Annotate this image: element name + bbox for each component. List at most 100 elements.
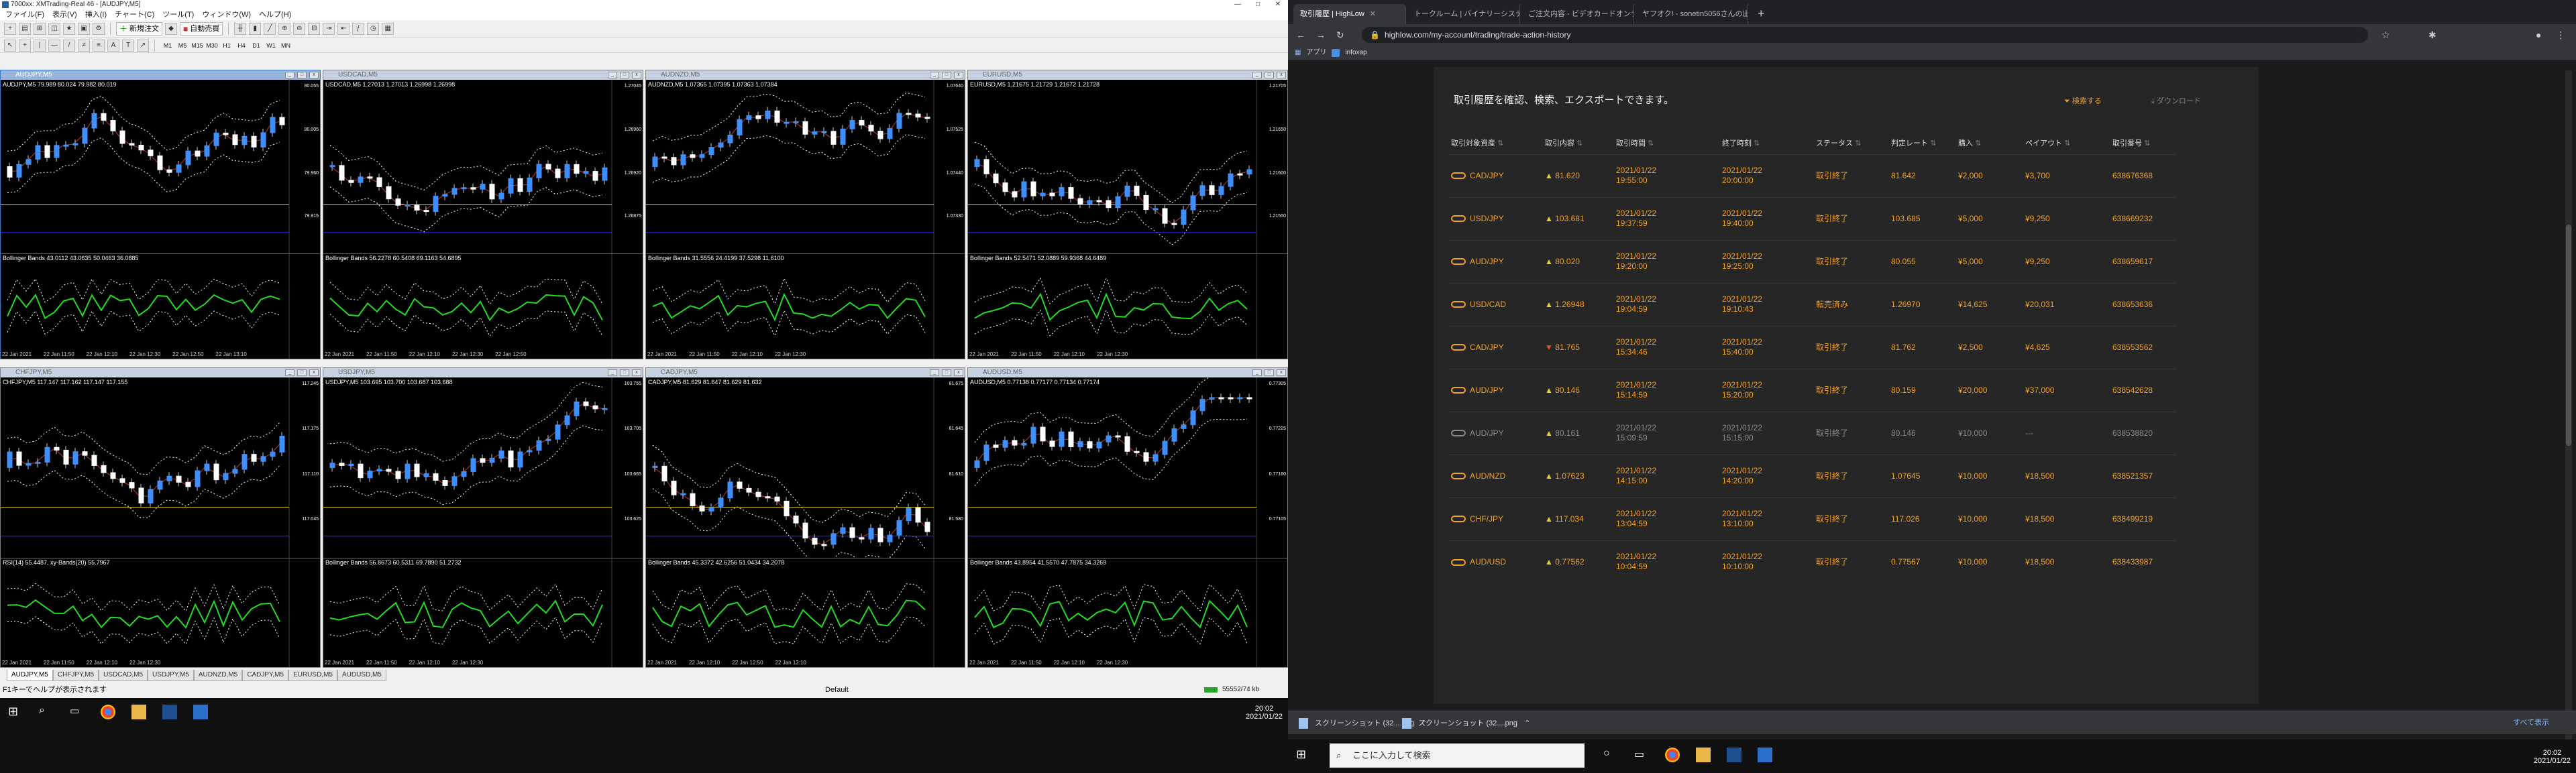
explorer-taskbar-icon[interactable] bbox=[131, 705, 146, 719]
bookmark-apps[interactable]: アプリ bbox=[1306, 46, 1326, 60]
chart-tab[interactable]: EURUSD,M5 bbox=[288, 670, 337, 681]
page-scrollbar[interactable] bbox=[2565, 70, 2572, 768]
bookmark-infoxap[interactable]: infoxap bbox=[1345, 46, 1366, 60]
minimize-icon[interactable]: _ bbox=[608, 72, 617, 78]
price-plot[interactable] bbox=[323, 377, 643, 558]
new-chart-icon[interactable]: + bbox=[4, 22, 16, 35]
indicator-window[interactable] bbox=[646, 558, 965, 667]
timeframe-h4[interactable]: H4 bbox=[234, 40, 249, 52]
data-window-icon[interactable]: ◫ bbox=[48, 22, 60, 35]
crosshair-icon[interactable]: + bbox=[19, 39, 31, 52]
cursor-icon[interactable]: ↖ bbox=[4, 39, 16, 52]
chart-window[interactable]: CADJPY,M5 _ □ x CADJPY,M5 81.629 81.647 81.6… bbox=[645, 367, 965, 668]
market-watch-icon[interactable]: ⊞ bbox=[34, 22, 46, 35]
autoscroll-icon[interactable]: ⇥ bbox=[323, 22, 335, 35]
timeframe-mn[interactable]: MN bbox=[278, 40, 293, 52]
chart-title[interactable]: EURUSD,M5 _ □ x bbox=[968, 70, 1287, 80]
chrome-taskbar-icon[interactable] bbox=[1665, 748, 1680, 762]
close-icon[interactable]: x bbox=[309, 369, 319, 376]
windows-start-icon[interactable]: ⊞ bbox=[8, 705, 23, 719]
chart-title[interactable]: AUDJPY,M5 _ □ x bbox=[1, 70, 320, 80]
trade-row[interactable]: AUD/JPY ▲ 80.146 2021/01/22 15:14:59 2021/01… bbox=[1448, 368, 2177, 412]
chart-window[interactable]: AUDUSD,M5 _ □ x AUDUSD,M5 0.77138 0.77177 0.… bbox=[967, 367, 1288, 668]
price-plot[interactable] bbox=[646, 80, 965, 253]
price-plot[interactable] bbox=[968, 80, 1287, 253]
search-button[interactable]: ⏷ 検索する bbox=[2064, 95, 2102, 106]
chart-window[interactable]: CHFJPY,M5 _ □ x CHFJPY,M5 117.147 117.162 11… bbox=[0, 367, 321, 668]
back-icon[interactable]: ← bbox=[1296, 29, 1305, 40]
forward-icon[interactable]: → bbox=[1316, 29, 1326, 40]
timeframe-w1[interactable]: W1 bbox=[264, 40, 278, 52]
minimize-icon[interactable]: _ bbox=[930, 72, 939, 78]
label-icon[interactable]: T bbox=[122, 39, 134, 52]
maximize-icon[interactable]: □ bbox=[620, 72, 629, 78]
menu-item[interactable]: 挿入(I) bbox=[85, 9, 107, 20]
chart-title[interactable]: CHFJPY,M5 _ □ x bbox=[1, 368, 320, 377]
equidistant-channel-icon[interactable]: ≠ bbox=[78, 39, 90, 52]
column-header[interactable]: 取引対象資産 ⇅ bbox=[1448, 131, 1542, 154]
column-header[interactable]: 取引番号 ⇅ bbox=[2110, 131, 2177, 154]
chart-shift-icon[interactable]: ⇤ bbox=[337, 22, 350, 35]
menu-item[interactable]: ヘルプ(H) bbox=[259, 9, 291, 20]
chart-tab[interactable]: CADJPY,M5 bbox=[242, 670, 289, 681]
zoom-out-icon[interactable]: ⊖ bbox=[293, 22, 306, 35]
scrollbar-thumb[interactable] bbox=[2566, 225, 2571, 446]
bar-chart-icon[interactable]: ╫ bbox=[234, 22, 247, 35]
maximize-icon[interactable]: □ bbox=[620, 369, 629, 376]
trade-row[interactable]: CAD/JPY ▼ 81.765 2021/01/22 15:34:46 2021/01… bbox=[1448, 325, 2177, 369]
close-icon[interactable]: x bbox=[1277, 72, 1286, 78]
minimize-icon[interactable]: _ bbox=[1252, 72, 1262, 78]
tester-icon[interactable]: ⚙ bbox=[93, 22, 105, 35]
minimize-icon[interactable]: _ bbox=[930, 369, 939, 376]
mt4-taskbar-icon[interactable] bbox=[1727, 748, 1741, 762]
sort-icon[interactable]: ⇅ bbox=[1754, 139, 1760, 147]
menu-item[interactable]: チャート(C) bbox=[115, 9, 154, 20]
sort-icon[interactable]: ⇅ bbox=[2064, 139, 2070, 147]
sort-icon[interactable]: ⇅ bbox=[1855, 139, 1861, 147]
trade-row[interactable]: AUD/NZD ▲ 1.07623 2021/01/22 14:15:00 2021/0… bbox=[1448, 454, 2177, 497]
cortana-icon[interactable]: ○ bbox=[1603, 748, 1618, 762]
chrome-taskbar-icon[interactable] bbox=[101, 705, 115, 719]
vertical-line-icon[interactable]: | bbox=[34, 39, 46, 52]
new-order-button[interactable]: ＋新規注文 bbox=[116, 21, 163, 36]
indicator-window[interactable] bbox=[323, 253, 643, 359]
close-tab-icon[interactable]: ✕ bbox=[1370, 10, 1376, 18]
column-header[interactable]: ステータス ⇅ bbox=[1813, 131, 1888, 154]
taskbar-search-input[interactable]: ⌕ ここに入力して検索 bbox=[1330, 744, 1585, 768]
address-bar[interactable]: 🔒 highlow.com/my-account/trading/trade-ac… bbox=[1362, 27, 2368, 43]
horizontal-line-icon[interactable]: — bbox=[48, 39, 60, 52]
minimize-icon[interactable]: _ bbox=[285, 72, 294, 78]
taskbar-clock-right[interactable]: 20:02 2021/01/22 bbox=[2534, 749, 2571, 765]
chart-window[interactable]: USDJPY,M5 _ □ x USDJPY,M5 103.695 103.700 10… bbox=[323, 367, 643, 668]
indicator-window[interactable] bbox=[968, 558, 1287, 667]
fibonacci-icon[interactable]: ≡ bbox=[93, 39, 105, 52]
chart-tab[interactable]: USDCAD,M5 bbox=[99, 670, 148, 681]
price-plot[interactable] bbox=[1, 80, 320, 253]
chart-tab[interactable]: USDJPY,M5 bbox=[148, 670, 194, 681]
browser-tab[interactable]: 取引履歴 | HighLow ✕ bbox=[1293, 4, 1406, 24]
price-plot[interactable] bbox=[323, 80, 643, 253]
tile-windows-icon[interactable]: ⊟ bbox=[308, 22, 321, 35]
menu-item[interactable]: ファイル(F) bbox=[5, 9, 44, 20]
column-header[interactable]: ペイアウト ⇅ bbox=[2023, 131, 2110, 154]
timeframe-m30[interactable]: M30 bbox=[205, 40, 219, 52]
trendline-icon[interactable]: / bbox=[63, 39, 75, 52]
trade-row[interactable]: USD/JPY ▲ 103.681 2021/01/22 19:37:59 2021/0… bbox=[1448, 196, 2177, 240]
metaeditor-icon[interactable]: ◆ bbox=[165, 22, 178, 35]
chart-tab[interactable]: AUDJPY,M5 bbox=[7, 670, 53, 681]
indicator-window[interactable] bbox=[1, 253, 320, 359]
price-plot[interactable] bbox=[968, 377, 1287, 558]
chart-title[interactable]: CADJPY,M5 _ □ x bbox=[646, 368, 965, 377]
maximize-icon[interactable]: □ bbox=[1248, 0, 1268, 9]
new-tab-icon[interactable]: + bbox=[1758, 7, 1765, 21]
browser-tab[interactable]: ご注文内容 - ビデオカードオンライン✕ bbox=[1521, 4, 1634, 24]
indicator-window[interactable] bbox=[1, 558, 320, 667]
maximize-icon[interactable]: □ bbox=[942, 369, 951, 376]
chevron-up-icon[interactable]: ⌃ bbox=[1524, 715, 1530, 731]
indicator-window[interactable] bbox=[646, 253, 965, 359]
chart-window[interactable]: USDCAD,M5 _ □ x USDCAD,M5 1.27013 1.27013 1.… bbox=[323, 70, 643, 359]
menu-item[interactable]: ツール(T) bbox=[162, 9, 194, 20]
maximize-icon[interactable]: □ bbox=[1265, 72, 1274, 78]
taskbar-clock-left[interactable]: 20:02 2021/01/22 bbox=[1246, 705, 1283, 721]
auto-trading-button[interactable]: ■ 自動売買 bbox=[180, 21, 223, 36]
